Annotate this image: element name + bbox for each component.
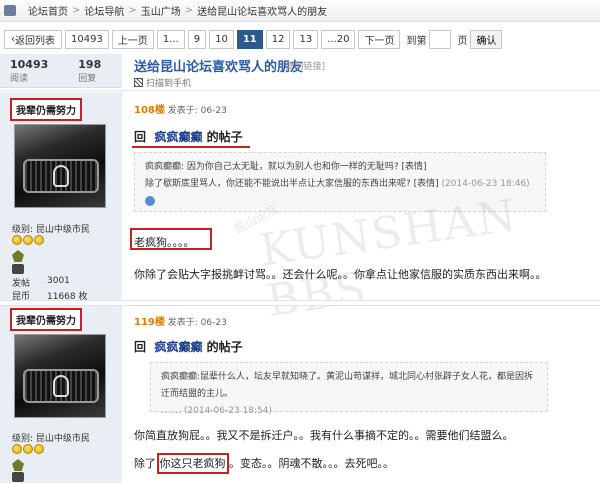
page-12[interactable]: 12	[265, 29, 291, 49]
annotation-underline	[132, 146, 250, 148]
post1-username[interactable]: 我辈仍需努力	[10, 98, 82, 121]
scan-to-mobile[interactable]: 扫描到手机	[134, 76, 191, 89]
back-to-list-button[interactable]: ‹ 返回列表	[4, 29, 62, 49]
star-icon	[34, 235, 44, 245]
copy-link[interactable]: [复制链接]	[282, 59, 325, 72]
quoted-user[interactable]: 疯疯癫癫	[154, 340, 202, 354]
post2-floor: 119楼 发表于: 06-23	[134, 313, 227, 328]
views-stat: 10493 阅读	[10, 58, 48, 87]
quote-line: 疯疯癫癫:鼠辈什么人，坛友早就知晓了。黄泥山苟谋祥，城北同心村张辟子女人花，都是…	[161, 372, 534, 399]
page-9[interactable]: 9	[187, 29, 207, 49]
post2-avatar[interactable]	[14, 334, 106, 418]
post1-level: 级别: 昆山中级市民	[12, 225, 90, 235]
quote-time: (2014-06-23 18:46)	[441, 179, 530, 189]
post1-reply-title: 回 疯疯癫癫 的帖子	[134, 128, 243, 145]
page-10[interactable]: 10	[209, 29, 234, 49]
floor-number[interactable]: 119楼	[134, 317, 165, 328]
post2-level: 级别: 昆山中级市民	[12, 434, 90, 444]
page-unit-label: 页	[457, 35, 468, 47]
breadcrumb-separator: >	[72, 5, 81, 16]
breadcrumb-thread[interactable]: 送给昆山论坛喜欢骂人的朋友	[193, 3, 331, 18]
pagination: ‹ 返回列表 10493 上一页 1... 9 10 11 12 13 ...2…	[0, 28, 600, 50]
quote-line: 疯疯癫癫: 因为你自己太无耻，就以为别人也和你一样的无耻吗? [表情]	[145, 162, 427, 172]
post2-username[interactable]: 我辈仍需努力	[10, 308, 82, 331]
breadcrumb-separator: >	[184, 5, 194, 16]
confirm-jump-button[interactable]: 确认	[470, 29, 503, 49]
back-to-list-label: 返回列表	[15, 35, 55, 47]
posts-value: 3001	[47, 276, 70, 286]
page-first[interactable]: 1...	[156, 29, 185, 49]
body-text-pre: 除了	[134, 457, 156, 470]
page-13[interactable]: 13	[293, 29, 319, 49]
camera-icon	[12, 472, 24, 482]
total-count: 10493	[65, 29, 109, 49]
reply-prefix: 回	[134, 130, 147, 144]
breadcrumb-home[interactable]: 论坛首页	[24, 3, 72, 18]
page-last[interactable]: ...20	[321, 29, 356, 49]
reply-suffix: 的帖子	[206, 130, 243, 144]
views-label: 阅读	[10, 74, 29, 84]
thread-title: 送给昆山论坛喜欢骂人的朋友	[134, 60, 304, 75]
floor-number[interactable]: 108楼	[134, 105, 165, 116]
replies-label: 回复	[78, 74, 97, 84]
post2-reply-title: 回 疯疯癫癫 的帖子	[134, 338, 243, 355]
jump-label: 到第	[406, 35, 427, 47]
views-count: 10493	[10, 58, 49, 71]
prev-page-button[interactable]: 上一页	[111, 29, 154, 49]
post2-body-line1: 你简直放狗屁。。我又不是拆迁户。。我有什么事摘不定的。。需要他们结盟么。	[134, 429, 514, 442]
jump-to-quote-icon[interactable]	[145, 195, 155, 206]
quote-time: ....... (2014-06-23 18:54)	[161, 406, 273, 416]
replies-stat: 198 回复	[78, 58, 101, 87]
page-current[interactable]: 11	[236, 29, 263, 49]
star-icon	[12, 235, 22, 245]
post1-posts: 发帖 3001	[12, 276, 70, 289]
breadcrumb: 论坛首页 > 论坛导航 > 玉山广场 > 送给昆山论坛喜欢骂人的朋友	[0, 0, 600, 22]
camera-icon	[12, 264, 24, 274]
post1-avatar[interactable]	[14, 124, 106, 208]
post2-rank-stars	[12, 444, 44, 454]
star-icon	[34, 444, 44, 454]
thread-stats: 10493 阅读 198 回复	[0, 54, 122, 88]
post1-rank-stars	[12, 235, 44, 245]
post1-floor: 108楼 发表于: 06-23	[134, 101, 227, 116]
star-icon	[23, 444, 33, 454]
highlighted-phrase: 你这只老疯狗	[156, 453, 229, 474]
scan-to-mobile-label: 扫描到手机	[146, 79, 192, 89]
next-page-button[interactable]: 下一页	[358, 29, 401, 49]
post-time: 发表于: 06-23	[167, 318, 227, 328]
star-icon	[12, 444, 22, 454]
posts-label: 发帖	[12, 279, 31, 289]
jump-page-input[interactable]	[429, 29, 452, 49]
post-time: 发表于: 06-23	[167, 106, 227, 116]
breadcrumb-section[interactable]: 玉山广场	[137, 3, 185, 18]
reply-prefix: 回	[134, 340, 147, 354]
divider	[0, 90, 600, 91]
post2-quote: 疯疯癫癫:鼠辈什么人，坛友早就知晓了。黄泥山苟谋祥，城北同心村张辟子女人花，都是…	[150, 362, 548, 416]
body-text-post: 。变态。。阴魂不散。。。去死吧。。	[229, 457, 394, 470]
annotation-box	[130, 228, 212, 250]
reply-suffix: 的帖子	[206, 340, 243, 354]
quoted-user[interactable]: 疯疯癫癫	[154, 130, 202, 144]
home-icon[interactable]	[4, 5, 16, 16]
quote-text: 除了歇斯底里骂人，你还能不能说出半点让大家信服的东西出来呢? [表情]	[145, 179, 439, 189]
annotation-box	[156, 453, 229, 474]
post2-body-line2: 除了 你这只老疯狗 。变态。。阴魂不散。。。去死吧。。	[134, 453, 394, 474]
replies-count: 198	[78, 58, 102, 71]
star-icon	[23, 235, 33, 245]
qr-code-icon	[134, 78, 143, 87]
breadcrumb-nav[interactable]: 论坛导航	[80, 3, 128, 18]
breadcrumb-separator: >	[128, 5, 137, 16]
